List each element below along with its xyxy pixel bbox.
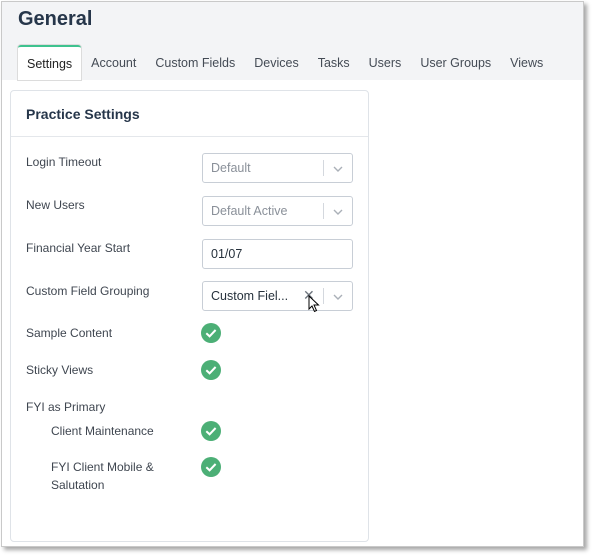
check-circle-icon[interactable] — [201, 323, 221, 343]
login-timeout-select[interactable]: Default — [202, 153, 353, 183]
custom-field-grouping-label: Custom Field Grouping — [26, 284, 150, 298]
page-header: General Settings Account Custom Fields D… — [2, 2, 583, 80]
login-timeout-value: Default — [211, 161, 251, 175]
mouse-pointer-icon — [308, 295, 320, 313]
practice-settings-title: Practice Settings — [11, 91, 368, 137]
tab-users[interactable]: Users — [360, 45, 411, 80]
tab-custom-fields[interactable]: Custom Fields — [146, 45, 244, 80]
check-circle-icon[interactable] — [201, 360, 221, 380]
custom-field-grouping-value: Custom Fiel... — [211, 289, 289, 303]
sample-content-label: Sample Content — [26, 326, 113, 340]
general-settings-window: General Settings Account Custom Fields D… — [1, 1, 584, 547]
select-separator — [323, 160, 324, 176]
select-separator — [323, 203, 324, 219]
new-users-value: Default Active — [211, 204, 288, 218]
client-maintenance-label: Client Maintenance — [51, 424, 154, 438]
check-circle-icon[interactable] — [201, 421, 221, 441]
check-circle-icon[interactable] — [201, 457, 221, 477]
new-users-label: New Users — [26, 198, 85, 212]
chevron-down-icon[interactable] — [331, 291, 345, 303]
tab-account[interactable]: Account — [82, 45, 145, 80]
practice-settings-card: Practice Settings Login Timeout Default … — [10, 90, 369, 542]
fyi-as-primary-label: FYI as Primary — [26, 400, 106, 414]
financial-year-start-input[interactable] — [202, 239, 353, 269]
chevron-down-icon[interactable] — [331, 163, 345, 175]
select-separator — [323, 288, 324, 304]
tab-tasks[interactable]: Tasks — [309, 45, 359, 80]
fyi-client-mobile-label: FYI Client Mobile & Salutation — [51, 460, 154, 492]
tab-views[interactable]: Views — [501, 45, 552, 80]
new-users-select[interactable]: Default Active — [202, 196, 353, 226]
tab-devices[interactable]: Devices — [245, 45, 307, 80]
custom-field-grouping-select[interactable]: Custom Fiel... ✕ — [202, 281, 353, 313]
financial-year-start-label: Financial Year Start — [26, 241, 131, 255]
tab-settings[interactable]: Settings — [18, 45, 82, 80]
sticky-views-label: Sticky Views — [26, 363, 94, 377]
login-timeout-label: Login Timeout — [26, 155, 102, 169]
page-title: General — [18, 8, 93, 30]
tab-user-groups[interactable]: User Groups — [411, 45, 500, 80]
tab-bar: Settings Account Custom Fields Devices T… — [18, 45, 553, 80]
chevron-down-icon[interactable] — [331, 206, 345, 218]
